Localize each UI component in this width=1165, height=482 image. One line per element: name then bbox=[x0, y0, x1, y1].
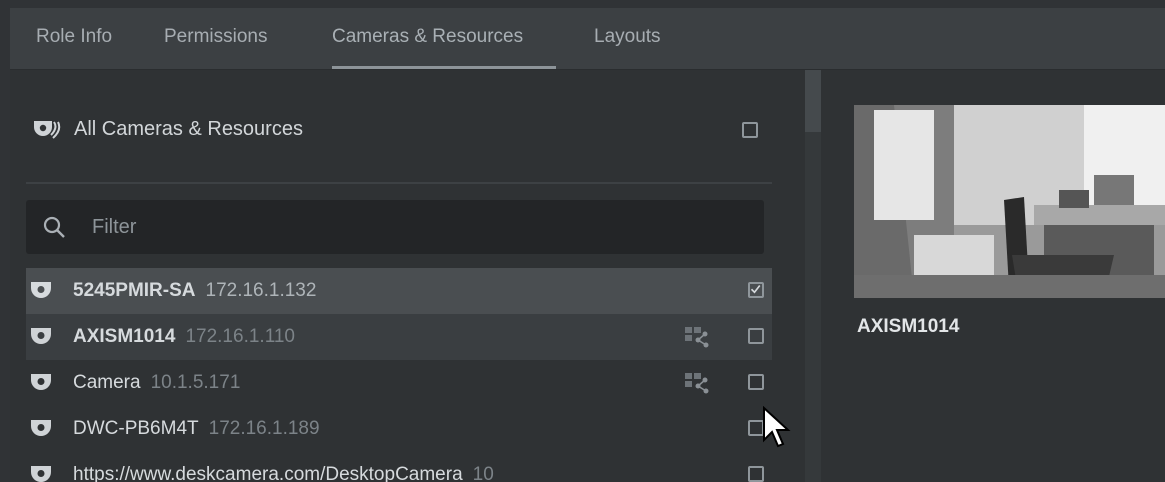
camera-checkbox[interactable] bbox=[748, 374, 764, 390]
camera-ip: 10.1.5.171 bbox=[150, 372, 241, 393]
camera-row-axism1014[interactable]: AXISM1014 172.16.1.110 bbox=[26, 314, 772, 360]
tab-permissions[interactable]: Permissions bbox=[164, 26, 267, 48]
filter-input[interactable] bbox=[92, 213, 732, 241]
all-cameras-row[interactable]: All Cameras & Resources bbox=[28, 114, 788, 144]
all-cameras-checkbox[interactable] bbox=[742, 122, 758, 138]
camera-name: 5245PMIR-SA 172.16.1.132 bbox=[73, 280, 317, 301]
list-scrollbar[interactable] bbox=[805, 70, 821, 482]
search-icon bbox=[43, 216, 65, 238]
dome-camera-icon bbox=[31, 282, 51, 298]
tab-role-info[interactable]: Role Info bbox=[36, 26, 112, 48]
preview-camera-name: AXISM1014 bbox=[857, 316, 960, 337]
camera-name: https://www.deskcamera.com/DesktopCamera… bbox=[73, 464, 494, 482]
checkmark-icon bbox=[750, 284, 761, 294]
shared-resource-icon bbox=[685, 327, 709, 348]
all-cameras-label: All Cameras & Resources bbox=[74, 118, 303, 140]
dome-camera-icon bbox=[31, 374, 51, 390]
camera-row-camera[interactable]: Camera 10.1.5.171 bbox=[26, 360, 772, 406]
camera-row-deskcamera[interactable]: https://www.deskcamera.com/DesktopCamera… bbox=[26, 452, 772, 482]
camera-preview-thumbnail bbox=[854, 105, 1165, 298]
dome-camera-icon bbox=[31, 466, 51, 482]
tab-cameras-resources[interactable]: Cameras & Resources bbox=[332, 26, 523, 48]
camera-checkbox[interactable] bbox=[748, 328, 764, 344]
cameras-group-icon bbox=[34, 121, 61, 139]
camera-row-5245pmir-sa[interactable]: 5245PMIR-SA 172.16.1.132 bbox=[26, 268, 772, 314]
section-divider bbox=[26, 182, 772, 184]
camera-ip: 10 bbox=[472, 464, 494, 482]
camera-checkbox[interactable] bbox=[748, 466, 764, 482]
mouse-cursor-icon bbox=[763, 406, 791, 448]
dome-camera-icon bbox=[31, 328, 51, 344]
shared-resource-icon bbox=[685, 373, 709, 394]
resource-list-panel: All Cameras & Resources 5245PMIR-SA172.1… bbox=[10, 70, 805, 482]
preview-panel: AXISM1014 bbox=[821, 70, 1165, 482]
camera-ip: 172.16.1.132 bbox=[205, 280, 317, 301]
camera-ip: 172.16.1.189 bbox=[208, 418, 320, 439]
camera-name: AXISM1014 172.16.1.110 bbox=[73, 326, 295, 347]
tab-layouts[interactable]: Layouts bbox=[594, 26, 661, 48]
camera-row-dwc-pb6m4t[interactable]: DWC-PB6M4T 172.16.1.189 bbox=[26, 406, 772, 452]
camera-name: DWC-PB6M4T 172.16.1.189 bbox=[73, 418, 320, 439]
camera-checkbox[interactable] bbox=[748, 282, 764, 298]
dome-camera-icon bbox=[31, 420, 51, 436]
camera-ip: 172.16.1.110 bbox=[185, 326, 295, 347]
role-dialog: Role Info Permissions Cameras & Resource… bbox=[10, 8, 1165, 482]
camera-name: Camera 10.1.5.171 bbox=[73, 372, 241, 393]
tab-bar: Role Info Permissions Cameras & Resource… bbox=[10, 8, 1165, 70]
scrollbar-thumb[interactable] bbox=[805, 70, 821, 132]
filter-box[interactable] bbox=[26, 200, 764, 254]
